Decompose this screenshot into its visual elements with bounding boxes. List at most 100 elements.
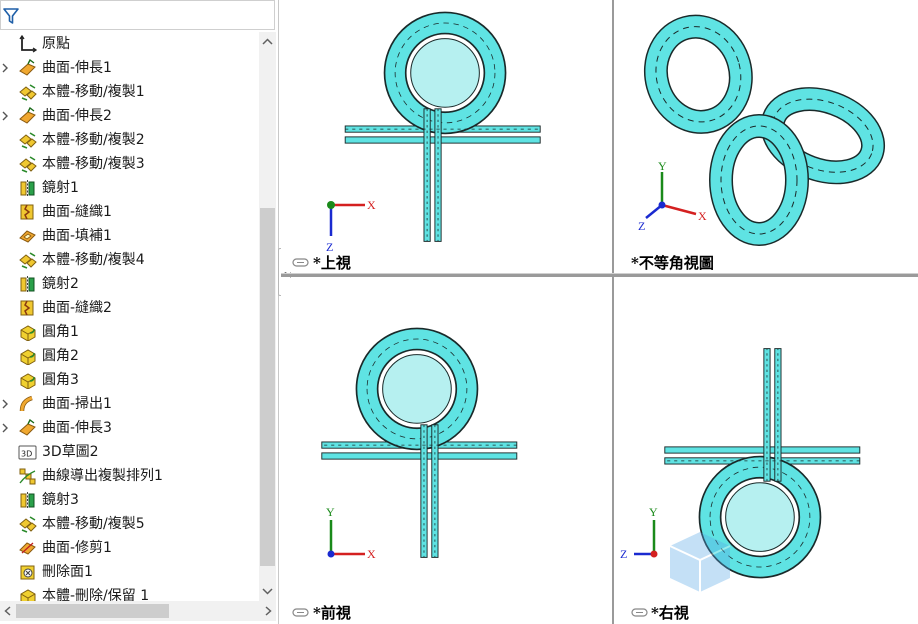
fill-surface-icon <box>19 230 36 243</box>
fillet-icon <box>20 325 36 341</box>
tree-item[interactable]: 本體-移動/複製5 <box>0 512 258 536</box>
feature-tree-panel: 原點曲面-伸長1 本體-移動/複製1 曲面-伸長2 本體-移動/複製2 本體-移動/複製… <box>0 0 279 624</box>
isometric-view-model[interactable]: Y X Z <box>614 0 918 272</box>
tree-item-label: 圓角2 <box>42 348 79 364</box>
viewport-front-label: *前視 <box>313 604 351 622</box>
scroll-up-arrow-icon[interactable] <box>259 34 276 50</box>
triad-right-icon: Y Z <box>620 505 658 561</box>
link-view-icon[interactable] <box>631 608 648 617</box>
tree-item-label: 鏡射2 <box>42 276 79 292</box>
tree-item[interactable]: 曲面-伸長1 <box>0 56 258 80</box>
triad-y-label: Y <box>649 505 658 519</box>
sketch-3d-icon: 3D <box>18 445 37 460</box>
tree-item[interactable]: 本體-移動/複製1 <box>0 80 258 104</box>
expand-arrow-icon[interactable] <box>1 63 9 73</box>
fillet-icon <box>20 373 36 389</box>
tree-item[interactable]: 本體-移動/複製3 <box>0 152 258 176</box>
extrude-surface-icon <box>19 107 36 124</box>
viewport-divider-horizontal[interactable] <box>281 273 918 277</box>
horizontal-scroll-thumb[interactable] <box>16 604 169 618</box>
fillet-icon <box>20 349 36 365</box>
tree-item[interactable]: 刪除面1 <box>0 560 258 584</box>
scroll-down-arrow-icon[interactable] <box>259 583 276 599</box>
filter-icon[interactable] <box>3 7 19 25</box>
sweep-surface-icon <box>19 395 33 412</box>
scroll-left-arrow-icon[interactable] <box>1 603 15 619</box>
tree-item[interactable]: 曲面-伸長3 <box>0 416 258 440</box>
triad-y-label: Y <box>658 159 667 173</box>
tree-item[interactable]: 曲面-掃出1 <box>0 392 258 416</box>
tree-item-label: 曲面-掃出1 <box>42 396 112 412</box>
mirror-icon <box>20 276 35 293</box>
delete-face-icon <box>20 565 35 580</box>
extrude-surface-icon <box>19 59 36 76</box>
tree-item-label: 本體-移動/複製5 <box>42 516 145 532</box>
tree-item[interactable]: 原點 <box>0 32 258 56</box>
knit-surface-icon <box>20 204 34 220</box>
right-view-model[interactable]: Y Z <box>614 278 918 624</box>
triad-iso-icon: Y X Z <box>638 159 707 233</box>
tree-item-label: 曲線導出複製排列1 <box>42 468 163 484</box>
triad-top-icon: X Z <box>326 198 376 254</box>
scroll-right-arrow-icon[interactable] <box>261 603 275 619</box>
top-view-model[interactable]: X Z <box>281 0 612 272</box>
tree-item-label: 本體-移動/複製1 <box>42 84 145 100</box>
tree-vertical-scrollbar[interactable] <box>259 32 276 601</box>
curve-pattern-icon <box>19 468 36 485</box>
tree-item[interactable]: 鏡射2 <box>0 272 258 296</box>
link-view-icon[interactable] <box>292 258 309 267</box>
expand-arrow-icon[interactable] <box>1 399 9 409</box>
svg-text:3D: 3D <box>21 450 32 459</box>
tree-item[interactable]: 曲面-縫織1 <box>0 200 258 224</box>
tree-filter-bar[interactable] <box>0 0 275 30</box>
viewport-isometric-label: *不等角視圖 <box>631 254 714 272</box>
tree-item-label: 曲面-修剪1 <box>42 540 112 556</box>
tree-item[interactable]: 曲線導出複製排列1 <box>0 464 258 488</box>
link-view-icon[interactable] <box>292 608 309 617</box>
tree-item-label: 刪除面1 <box>42 564 93 580</box>
tree-item[interactable]: 本體-移動/複製2 <box>0 128 258 152</box>
tree-item-label: 鏡射1 <box>42 180 79 196</box>
tree-item[interactable]: 曲面-伸長2 <box>0 104 258 128</box>
viewport-top-label: *上視 <box>313 254 351 272</box>
tree-item[interactable]: 鏡射3 <box>0 488 258 512</box>
move-copy-body-icon <box>19 252 37 269</box>
tree-item-label: 本體-移動/複製2 <box>42 132 145 148</box>
tree-item[interactable]: 圓角2 <box>0 344 258 368</box>
feature-tree-list: 原點曲面-伸長1 本體-移動/複製1 曲面-伸長2 本體-移動/複製2 本體-移動/複製… <box>0 32 258 601</box>
tree-item[interactable]: 本體-移動/複製4 <box>0 248 258 272</box>
knit-surface-icon <box>20 300 34 316</box>
viewport-top[interactable]: X Z *上視 <box>281 0 612 272</box>
tree-item[interactable]: 圓角1 <box>0 320 258 344</box>
tree-item-label: 曲面-填補1 <box>42 228 112 244</box>
viewport-front[interactable]: Y X *前視 <box>281 278 612 624</box>
tree-item[interactable]: 圓角3 <box>0 368 258 392</box>
tree-item[interactable]: 曲面-縫織2 <box>0 296 258 320</box>
tree-item-label: 曲面-伸長1 <box>42 60 112 76</box>
tree-item-label: 曲面-伸長2 <box>42 108 112 124</box>
tree-item-label: 圓角3 <box>42 372 79 388</box>
tree-item[interactable]: 本體-刪除/保留 1 <box>0 584 258 601</box>
tree-item[interactable]: 鏡射1 <box>0 176 258 200</box>
vertical-scroll-thumb[interactable] <box>260 208 275 566</box>
tree-item-label: 曲面-伸長3 <box>42 420 112 436</box>
expand-arrow-icon[interactable] <box>1 423 9 433</box>
front-view-model[interactable]: Y X <box>281 278 612 624</box>
delete-body-icon <box>20 589 36 601</box>
tree-item-label: 本體-移動/複製4 <box>42 252 145 268</box>
origin-icon <box>19 35 37 53</box>
tree-item[interactable]: 3D 3D草圖2 <box>0 440 258 464</box>
triad-x-label: X <box>367 198 376 212</box>
tree-horizontal-scrollbar[interactable] <box>0 601 276 621</box>
tree-item[interactable]: 曲面-修剪1 <box>0 536 258 560</box>
expand-arrow-icon[interactable] <box>1 111 9 121</box>
viewport-right-label: *右視 <box>651 604 689 622</box>
mirror-icon <box>20 180 35 197</box>
triad-y-label: Y <box>326 505 335 519</box>
tree-item-label: 曲面-縫織1 <box>42 204 112 220</box>
triad-z-label: Z <box>638 219 645 233</box>
viewport-right[interactable]: Y Z *右視 <box>614 278 918 624</box>
viewport-isometric[interactable]: Y X Z *不等角視圖 <box>614 0 918 272</box>
tree-item-label: 原點 <box>42 36 70 52</box>
tree-item[interactable]: 曲面-填補1 <box>0 224 258 248</box>
